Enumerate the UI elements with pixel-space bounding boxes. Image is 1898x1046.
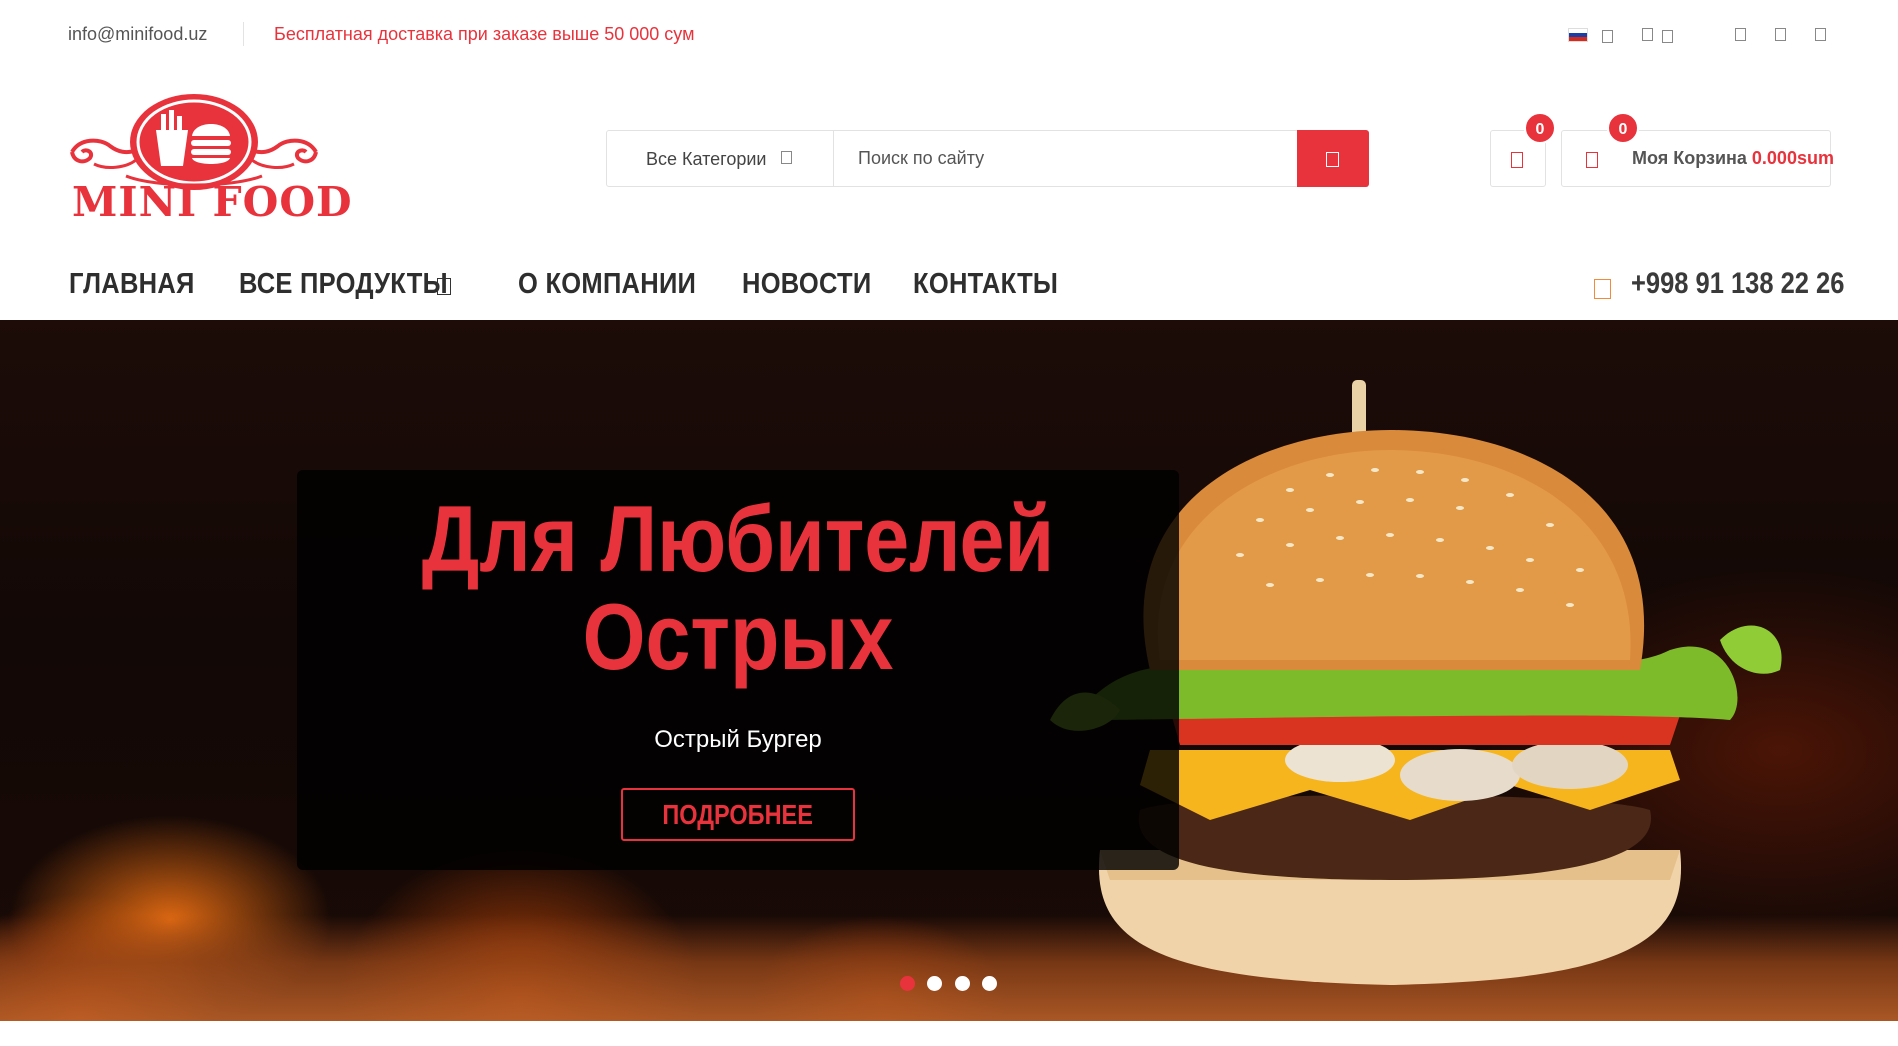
topbar-divider xyxy=(243,22,244,46)
hero-title-line-1: Для Любителей xyxy=(421,486,1055,591)
search-button[interactable] xyxy=(1297,130,1369,187)
top-bar: info@minifood.uz Бесплатная доставка при… xyxy=(0,0,1898,70)
nav-item-all-products[interactable]: ВСЕ ПРОДУКТЫ xyxy=(239,268,448,301)
heart-icon xyxy=(1511,152,1523,168)
nav-item-home[interactable]: ГЛАВНАЯ xyxy=(69,268,195,301)
chevron-down-icon xyxy=(781,151,792,164)
nav-item-about[interactable]: О КОМПАНИИ xyxy=(518,268,696,301)
telegram-icon[interactable] xyxy=(1815,28,1826,41)
phone-icon xyxy=(1594,279,1611,299)
search-icon xyxy=(1326,152,1339,167)
search-bar: Все Категории xyxy=(606,130,1369,187)
slider-dot-4[interactable] xyxy=(982,976,997,991)
cart-total: 0.000sum xyxy=(1751,148,1834,168)
currency-dropdown-icon[interactable] xyxy=(1662,30,1673,43)
hero-more-button[interactable]: ПОДРОБНЕЕ xyxy=(621,788,855,841)
nav-item-contacts[interactable]: КОНТАКТЫ xyxy=(913,268,1058,301)
chevron-down-icon[interactable] xyxy=(437,278,451,295)
wishlist-count-badge: 0 xyxy=(1524,112,1556,144)
category-select-label: Все Категории xyxy=(646,149,767,169)
hero-title: Для Любителей Острых xyxy=(359,490,1118,686)
free-delivery-promo: Бесплатная доставка при заказе выше 50 0… xyxy=(274,24,695,44)
contact-email[interactable]: info@minifood.uz xyxy=(68,24,207,45)
search-input[interactable] xyxy=(835,131,1285,186)
hero-more-button-label: ПОДРОБНЕЕ xyxy=(662,799,814,830)
slider-pagination xyxy=(900,976,1010,992)
phone-number[interactable]: +998 91 138 22 26 xyxy=(1631,267,1844,301)
main-navigation: ГЛАВНАЯ ВСЕ ПРОДУКТЫ О КОМПАНИИ НОВОСТИ … xyxy=(0,255,1898,315)
hero-title-line-2: Острых xyxy=(582,584,894,689)
hero-slider: Для Любителей Острых Острый Бургер ПОДРО… xyxy=(0,320,1898,1021)
language-dropdown-icon[interactable] xyxy=(1602,30,1613,43)
cart-count-badge: 0 xyxy=(1607,112,1639,144)
cart-title: Моя Корзина xyxy=(1632,148,1747,168)
slider-dot-1[interactable] xyxy=(900,976,915,991)
cart-button[interactable]: Моя Корзина 0.000sum xyxy=(1561,130,1834,187)
hero-caption-panel: Для Любителей Острых Острый Бургер ПОДРО… xyxy=(297,470,1179,870)
cart-label: Моя Корзина 0.000sum xyxy=(1632,148,1834,169)
slider-dot-2[interactable] xyxy=(927,976,942,991)
hero-subtitle: Острый Бургер xyxy=(654,726,822,753)
russia-flag-icon[interactable] xyxy=(1568,28,1588,42)
cart-icon xyxy=(1586,152,1598,168)
slider-dot-3[interactable] xyxy=(955,976,970,991)
currency-icon[interactable] xyxy=(1642,28,1653,41)
facebook-icon[interactable] xyxy=(1735,28,1746,41)
category-select[interactable]: Все Категории xyxy=(607,131,834,186)
instagram-icon[interactable] xyxy=(1775,28,1786,41)
nav-item-news[interactable]: НОВОСТИ xyxy=(742,268,872,301)
logo-text: MINI FOOD xyxy=(72,178,353,226)
